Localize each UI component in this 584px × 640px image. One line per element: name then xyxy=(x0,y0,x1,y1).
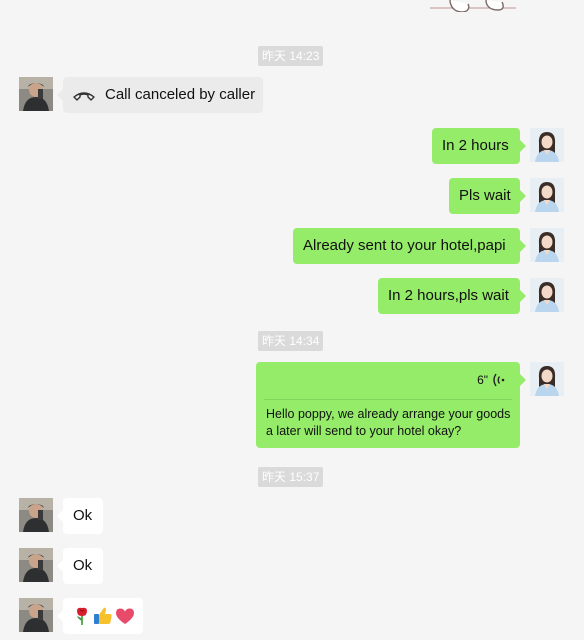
voice-transcript[interactable]: Hello poppy, we already arrange your goo… xyxy=(266,406,512,440)
my-avatar[interactable] xyxy=(530,278,564,312)
contact-avatar[interactable] xyxy=(19,77,53,111)
rose-icon xyxy=(77,607,87,625)
voice-message[interactable]: 6" Hello poppy, we already arrange your … xyxy=(256,362,526,448)
received-message[interactable]: Ok xyxy=(57,548,103,584)
chat-panel: 昨天 14:23 Call canceled by caller In 2 ho… xyxy=(0,0,584,640)
contact-avatar[interactable] xyxy=(19,598,53,632)
sent-message[interactable]: In 2 hours,pls wait xyxy=(378,278,526,314)
my-avatar[interactable] xyxy=(530,228,564,262)
voice-duration: 6" xyxy=(477,373,488,387)
thumbs-up-icon xyxy=(94,607,112,624)
emoji-row xyxy=(73,598,135,634)
timestamp: 昨天 14:23 xyxy=(258,46,324,66)
sticker-fragment-image[interactable] xyxy=(428,0,518,12)
sent-message[interactable]: In 2 hours xyxy=(432,128,526,164)
my-avatar[interactable] xyxy=(530,178,564,212)
timestamp: 昨天 14:34 xyxy=(258,331,324,351)
contact-avatar[interactable] xyxy=(19,548,53,582)
voice-divider xyxy=(264,399,512,400)
sent-message[interactable]: Pls wait xyxy=(449,178,526,214)
phone-hangup-icon xyxy=(73,92,95,101)
received-emoji-message[interactable] xyxy=(57,598,143,634)
my-avatar[interactable] xyxy=(530,362,564,396)
call-status-text: Call canceled by caller xyxy=(105,86,256,103)
received-message[interactable]: Ok xyxy=(57,498,103,534)
call-canceled-message[interactable]: Call canceled by caller xyxy=(57,77,263,113)
contact-avatar[interactable] xyxy=(19,498,53,532)
sent-message[interactable]: Already sent to your hotel,papi xyxy=(293,228,526,264)
timestamp: 昨天 15:37 xyxy=(258,467,324,487)
red-heart-icon xyxy=(116,608,134,624)
my-avatar[interactable] xyxy=(530,128,564,162)
voice-wave-icon xyxy=(493,373,505,387)
